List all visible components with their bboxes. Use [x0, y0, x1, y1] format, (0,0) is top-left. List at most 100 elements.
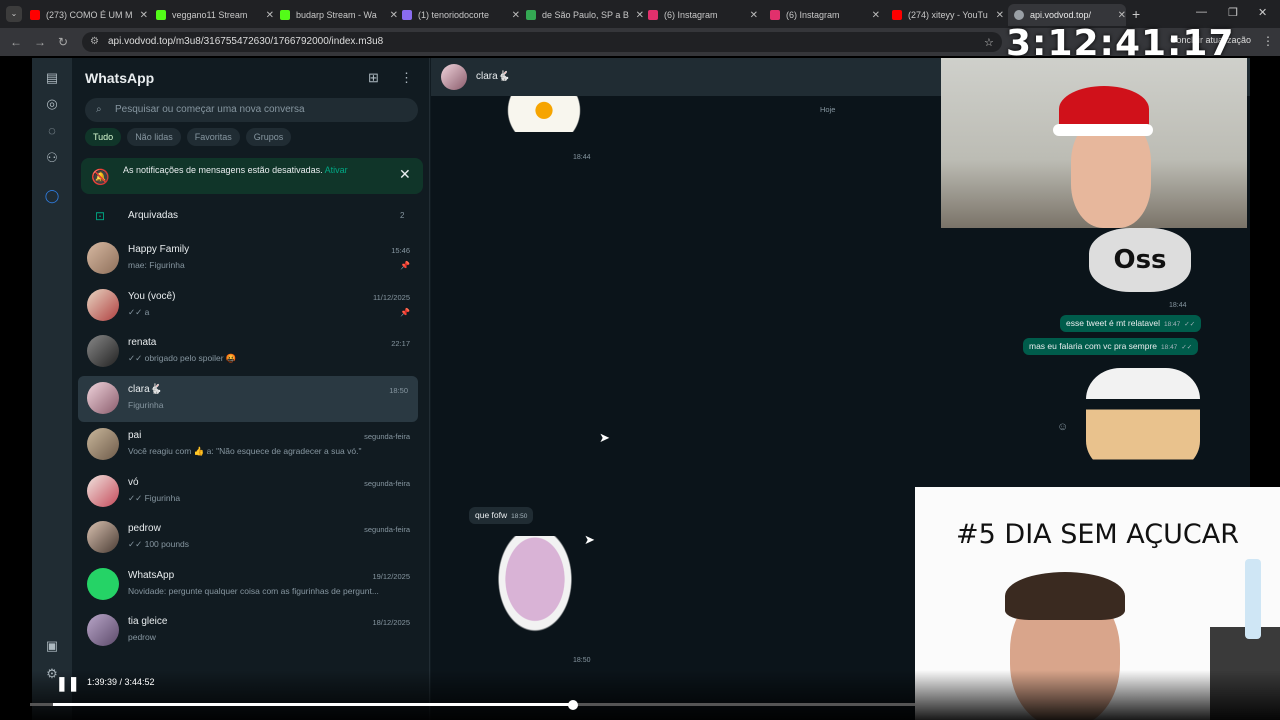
message-bubble-out[interactable]: esse tweet é mt relatavel 18:47 ✓✓: [1060, 315, 1202, 332]
reaction-icon[interactable]: ☺: [1057, 421, 1068, 433]
double-check-icon: ✓✓: [1184, 321, 1196, 328]
archived-count: 2: [400, 211, 405, 220]
close-icon[interactable]: ✕: [996, 10, 1004, 21]
stream-caption: #5 DIA SEM AÇUCAR: [956, 519, 1239, 550]
communities-icon[interactable]: ⚇: [44, 150, 60, 166]
menu-icon[interactable]: ⋮: [400, 70, 413, 86]
restore-icon[interactable]: ❐: [1228, 6, 1238, 19]
sticker-baby[interactable]: [489, 536, 581, 644]
chat-item[interactable]: vó ✓✓ Figurinha segunda-feira: [72, 469, 430, 516]
filter-groups[interactable]: Grupos: [245, 128, 292, 146]
tab-search-button[interactable]: ⌄: [6, 6, 22, 22]
youtube-icon: [30, 10, 40, 20]
seek-handle[interactable]: [568, 700, 578, 710]
enable-notifications-link[interactable]: Ativar: [325, 165, 348, 175]
kick-icon: [280, 10, 290, 20]
filter-all[interactable]: Tudo: [85, 128, 122, 146]
filter-unread[interactable]: Não lidas: [127, 128, 181, 146]
browser-tab[interactable]: (274) xiteyy - YouTu ✕: [892, 4, 1004, 26]
search-input[interactable]: ⌕ Pesquisar ou começar uma nova conversa: [85, 98, 418, 122]
filter-favorites[interactable]: Favoritas: [186, 128, 240, 146]
app-title: WhatsApp: [85, 70, 155, 86]
avatar: [87, 428, 119, 460]
bookmark-star-icon[interactable]: ☆: [984, 36, 994, 49]
stream-clock: 3:12:41:17: [1006, 23, 1235, 64]
new-tab-button[interactable]: +: [1132, 6, 1140, 22]
chat-item[interactable]: Happy Family mae: Figurinha 15:46 📌: [72, 236, 430, 283]
browser-tab[interactable]: (6) Instagram ✕: [770, 4, 880, 26]
mouse-cursor-icon: ➤: [584, 532, 595, 547]
meta-ai-icon[interactable]: ◯: [44, 188, 60, 204]
message-time: 18:44: [1169, 302, 1187, 309]
back-icon[interactable]: ←: [10, 35, 22, 49]
close-icon[interactable]: ✕: [750, 10, 758, 21]
close-icon[interactable]: ✕: [266, 10, 274, 21]
video-player-controls: ❚❚ 1:39:39 / 3:44:52: [0, 670, 1280, 720]
close-icon[interactable]: ✕: [1118, 10, 1126, 21]
message-time: 18:44: [573, 154, 591, 161]
double-check-icon: ✓✓: [1181, 344, 1193, 351]
browser-tab[interactable]: (273) COMO É UM M ✕: [30, 4, 148, 26]
globe-icon: [1014, 10, 1024, 20]
message-bubble-in[interactable]: que fofw 18:50: [469, 507, 534, 524]
chat-item[interactable]: pedrow ✓✓ 100 pounds segunda-feira: [72, 515, 430, 562]
browser-tab[interactable]: de São Paulo, SP a B ✕: [526, 4, 644, 26]
avatar[interactable]: [441, 64, 467, 90]
chat-item[interactable]: pai Você reagiu com 👍 a: "Não esquece de …: [72, 422, 430, 469]
chat-item[interactable]: WhatsApp Novidade: pergunte qualquer cois…: [72, 562, 430, 609]
chat-list-panel: WhatsApp ⊞ ⋮ ⌕ Pesquisar ou começar uma n…: [72, 58, 430, 720]
chat-item[interactable]: renata ✓✓ obrigado pelo spoiler 🤬 22:17: [72, 329, 430, 376]
santa-hat-brim: [1053, 124, 1153, 136]
browser-tab[interactable]: budarp Stream - Wa ✕: [280, 4, 398, 26]
url-field[interactable]: ⚙ api.vodvod.top/m3u8/316755472630/176679…: [82, 32, 1002, 52]
close-icon[interactable]: ✕: [140, 10, 148, 21]
avatar: [87, 288, 119, 321]
new-chat-icon[interactable]: ⊞: [368, 70, 379, 86]
water-bottle: [1245, 559, 1261, 639]
archived-row[interactable]: ⊡ Arquivadas 2: [72, 206, 430, 226]
browser-menu-icon[interactable]: ⋮: [1262, 34, 1274, 48]
status-icon[interactable]: ◎: [44, 96, 60, 112]
close-icon[interactable]: ✕: [872, 10, 880, 21]
pause-icon[interactable]: ❚❚: [56, 675, 79, 692]
avatar: [87, 335, 119, 367]
pin-icon: 📌: [400, 261, 410, 270]
avatar: [87, 242, 119, 274]
sticker-dog[interactable]: [1086, 368, 1200, 472]
contact-name: clara🐇: [476, 71, 511, 82]
chat-item[interactable]: You (você) ✓✓ a 11/12/2025 📌: [72, 283, 430, 330]
nav-rail: ▤ ◎ ◌ ⚇ ◯ ▣ ⚙: [32, 58, 72, 720]
close-icon[interactable]: ✕: [399, 166, 411, 183]
media-icon[interactable]: ▣: [44, 638, 60, 654]
instagram-icon: [648, 10, 658, 20]
instagram-icon: [770, 10, 780, 20]
search-icon: ⌕: [96, 104, 102, 115]
browser-tab[interactable]: (1) tenoriodocorte ✕: [402, 4, 520, 26]
browser-tab[interactable]: veggano11 Stream ✕: [156, 4, 274, 26]
avatar: [87, 381, 119, 414]
bell-off-icon: 🔕: [91, 169, 110, 186]
channels-icon[interactable]: ◌: [44, 123, 60, 139]
sticker-oss[interactable]: Oss: [1089, 228, 1191, 292]
notification-text: As notificações de mensagens estão desat…: [123, 165, 323, 175]
close-icon[interactable]: ✕: [390, 10, 398, 21]
sticker-egg[interactable]: [489, 96, 589, 132]
chats-icon[interactable]: ▤: [44, 70, 60, 86]
webcam-hair: [1005, 572, 1125, 620]
close-window-icon[interactable]: ✕: [1258, 6, 1267, 19]
forward-icon[interactable]: →: [34, 35, 46, 49]
message-bubble-out[interactable]: mas eu falaria com vc pra sempre 18:47 ✓✓: [1023, 338, 1199, 355]
close-icon[interactable]: ✕: [636, 10, 644, 21]
browser-tab[interactable]: (6) Instagram ✕: [648, 4, 758, 26]
filter-chips: Tudo Não lidas Favoritas Grupos: [85, 128, 292, 146]
close-icon[interactable]: ✕: [512, 10, 520, 21]
kick-icon: [156, 10, 166, 20]
youtube-icon: [892, 10, 902, 20]
minimize-icon[interactable]: —: [1196, 6, 1207, 18]
site-info-icon[interactable]: ⚙: [90, 32, 99, 52]
playback-time: 1:39:39 / 3:44:52: [87, 677, 155, 687]
chat-item[interactable]: tia gleice pedrow 18/12/2025: [72, 608, 430, 655]
chat-item-selected[interactable]: clara🐇 Figurinha 18:50: [78, 375, 418, 422]
avatar: [87, 521, 119, 553]
reload-icon[interactable]: ↻: [58, 35, 68, 49]
